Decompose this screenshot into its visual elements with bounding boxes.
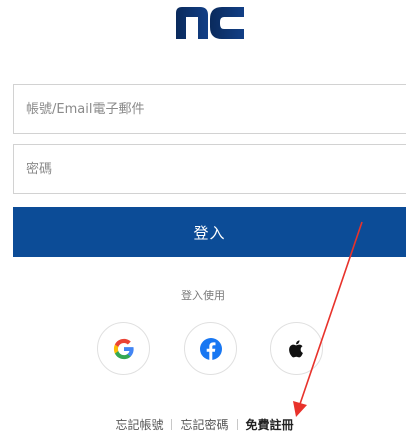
forgot-password-link[interactable]: 忘記密碼 [180,416,228,433]
forgot-account-link[interactable]: 忘記帳號 [115,416,163,433]
google-login-button[interactable] [97,322,150,375]
password-field[interactable] [13,144,406,194]
social-login-caption: 登入使用 [181,289,225,302]
apple-login-button[interactable] [270,322,323,375]
footer-links: 忘記帳號 忘記密碼 免費註冊 [0,416,406,433]
nc-logo [176,7,244,39]
facebook-login-button[interactable] [184,322,237,375]
login-page: 登入 登入使用 忘記帳號 忘記密碼 免費註冊 [0,0,406,435]
apple-icon [288,339,303,357]
facebook-icon [199,337,222,360]
register-link[interactable]: 免費註冊 [246,416,294,433]
login-button[interactable]: 登入 [13,207,406,257]
footer-divider [236,419,238,430]
password-input[interactable] [26,145,406,193]
account-field[interactable] [13,84,406,134]
footer-divider [171,419,173,430]
account-input[interactable] [26,85,406,133]
google-icon [113,338,134,359]
